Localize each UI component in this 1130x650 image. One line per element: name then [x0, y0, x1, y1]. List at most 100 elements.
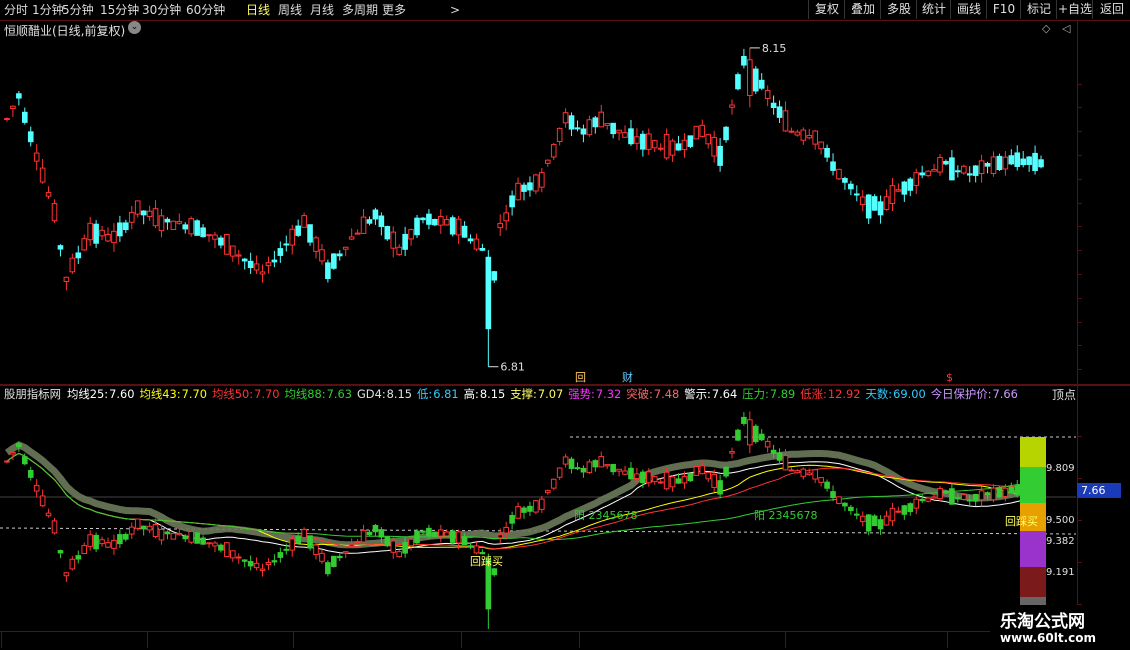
period-tab-9[interactable]: 多周期	[342, 0, 378, 20]
candle[interactable]	[533, 173, 539, 195]
candle[interactable]	[117, 215, 123, 242]
candle[interactable]	[960, 164, 967, 175]
candle[interactable]	[503, 204, 509, 231]
candle[interactable]	[604, 123, 611, 130]
candle[interactable]	[663, 128, 670, 161]
candle[interactable]	[277, 241, 284, 263]
period-tab-7[interactable]: 周线	[278, 0, 302, 20]
candle[interactable]	[390, 226, 397, 258]
candle[interactable]	[907, 177, 914, 197]
candle[interactable]	[800, 127, 807, 145]
candle[interactable]	[384, 225, 391, 241]
candle[interactable]	[360, 208, 367, 234]
candle[interactable]	[289, 224, 296, 255]
candle[interactable]	[224, 233, 230, 255]
candle[interactable]	[414, 214, 420, 238]
candle[interactable]	[259, 264, 266, 283]
candle[interactable]	[123, 219, 129, 233]
candle[interactable]	[669, 138, 676, 163]
candle[interactable]	[45, 186, 52, 199]
candle[interactable]	[758, 73, 765, 91]
period-tab-3[interactable]: 15分钟	[100, 0, 139, 20]
candle[interactable]	[812, 130, 819, 150]
candle[interactable]	[901, 180, 908, 202]
candle[interactable]	[491, 270, 498, 283]
candle[interactable]	[859, 190, 866, 212]
candle[interactable]	[336, 250, 343, 261]
candle[interactable]	[230, 245, 236, 262]
candlestick-chart[interactable]: 8.15 6.81 回 财 $	[0, 36, 1076, 386]
candle[interactable]	[592, 115, 599, 134]
candle[interactable]	[788, 127, 795, 134]
candle[interactable]	[794, 129, 801, 137]
candle[interactable]	[319, 243, 325, 265]
candle[interactable]	[1032, 145, 1038, 175]
toolbar-button-7[interactable]: +自选	[1056, 0, 1093, 19]
candle[interactable]	[265, 256, 272, 274]
candle[interactable]	[616, 129, 622, 141]
candle[interactable]	[711, 130, 717, 163]
candle[interactable]	[550, 143, 557, 161]
candle[interactable]	[22, 107, 28, 125]
candle[interactable]	[200, 224, 206, 238]
event-marker[interactable]: 回	[575, 371, 586, 384]
candle[interactable]	[729, 99, 735, 115]
candle[interactable]	[580, 124, 587, 143]
chart-scroll-icon[interactable]: ◁	[1062, 22, 1070, 35]
candle[interactable]	[741, 48, 747, 69]
toolbar-button-0[interactable]: 复权	[808, 0, 845, 19]
candle[interactable]	[984, 161, 991, 174]
diamond-icon[interactable]: ◇	[1042, 22, 1050, 35]
candle[interactable]	[824, 144, 830, 162]
candle[interactable]	[865, 194, 872, 225]
candle[interactable]	[402, 226, 408, 257]
candle[interactable]	[87, 216, 93, 246]
candle[interactable]	[366, 216, 373, 226]
candle[interactable]	[235, 249, 242, 265]
candle[interactable]	[497, 214, 504, 236]
candle[interactable]	[764, 85, 771, 107]
candle[interactable]	[681, 133, 688, 158]
candle[interactable]	[556, 127, 563, 146]
candle[interactable]	[972, 165, 979, 183]
candle[interactable]	[883, 189, 890, 211]
candle[interactable]	[687, 135, 694, 149]
candle[interactable]	[206, 234, 212, 242]
candle[interactable]	[925, 170, 931, 178]
candle[interactable]	[723, 126, 729, 143]
candle[interactable]	[438, 209, 444, 234]
candle[interactable]	[342, 246, 349, 257]
candle[interactable]	[10, 105, 16, 117]
candle[interactable]	[449, 215, 456, 237]
candle[interactable]	[455, 215, 462, 245]
candle[interactable]	[420, 216, 426, 224]
candle[interactable]	[509, 190, 515, 216]
candle[interactable]	[895, 183, 902, 193]
candle[interactable]	[271, 250, 278, 268]
candle[interactable]	[176, 213, 183, 225]
candle[interactable]	[432, 218, 438, 227]
candle[interactable]	[158, 209, 165, 238]
candle[interactable]	[485, 250, 492, 367]
candle[interactable]	[1038, 155, 1044, 169]
candle[interactable]	[33, 144, 40, 171]
candle[interactable]	[396, 244, 402, 256]
period-tab-5[interactable]: 60分钟	[186, 0, 225, 20]
candle[interactable]	[937, 154, 943, 176]
candle[interactable]	[69, 253, 76, 275]
candle[interactable]	[408, 228, 414, 246]
candle[interactable]	[241, 257, 248, 270]
candle[interactable]	[889, 177, 896, 212]
candle[interactable]	[16, 91, 22, 106]
candle[interactable]	[194, 219, 200, 236]
candle[interactable]	[640, 130, 646, 157]
candle[interactable]	[128, 205, 135, 230]
toolbar-button-8[interactable]: 返回	[1092, 0, 1130, 19]
candle[interactable]	[651, 139, 658, 153]
candle[interactable]	[307, 224, 313, 246]
candle[interactable]	[562, 108, 569, 128]
candle[interactable]	[93, 220, 99, 248]
candle[interactable]	[378, 212, 385, 236]
period-tab-4[interactable]: 30分钟	[142, 0, 181, 20]
chart-settings-chevron-icon[interactable]: ⌄	[128, 21, 141, 34]
